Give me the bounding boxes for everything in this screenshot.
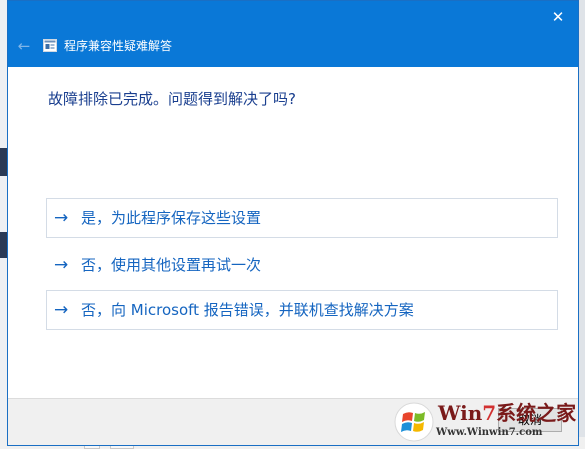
option-label: 否，使用其他设置再试一次: [81, 256, 262, 274]
background-window-edge-right: [579, 0, 585, 449]
result-question: 故障排除已完成。问题得到解决了吗?: [48, 90, 296, 108]
option-save-settings[interactable]: → 是，为此程序保存这些设置: [46, 198, 558, 238]
cancel-button[interactable]: 取消: [498, 408, 562, 432]
back-arrow-icon[interactable]: ←: [14, 37, 34, 55]
window-title: 程序兼容性疑难解答: [64, 39, 173, 53]
compatibility-troubleshooter-icon: [43, 39, 57, 52]
troubleshooter-dialog: ✕ ← 程序兼容性疑难解答 故障排除已完成。问题得到解决了吗? → 是，为此程序…: [7, 0, 579, 446]
background-mark: [0, 148, 7, 176]
background-mark: [0, 232, 7, 258]
right-arrow-icon: →: [54, 255, 69, 275]
right-arrow-icon: →: [54, 300, 69, 320]
title-bar: ✕ ← 程序兼容性疑难解答: [8, 1, 578, 67]
close-icon[interactable]: ✕: [548, 7, 568, 27]
option-report-error[interactable]: → 否，向 Microsoft 报告错误，并联机查找解决方案: [46, 290, 558, 330]
option-label: 是，为此程序保存这些设置: [81, 209, 262, 227]
option-label: 否，向 Microsoft 报告错误，并联机查找解决方案: [81, 301, 414, 319]
dialog-footer: 取消: [8, 398, 578, 445]
option-try-other-settings[interactable]: → 否，使用其他设置再试一次: [46, 245, 558, 285]
right-arrow-icon: →: [54, 208, 69, 228]
